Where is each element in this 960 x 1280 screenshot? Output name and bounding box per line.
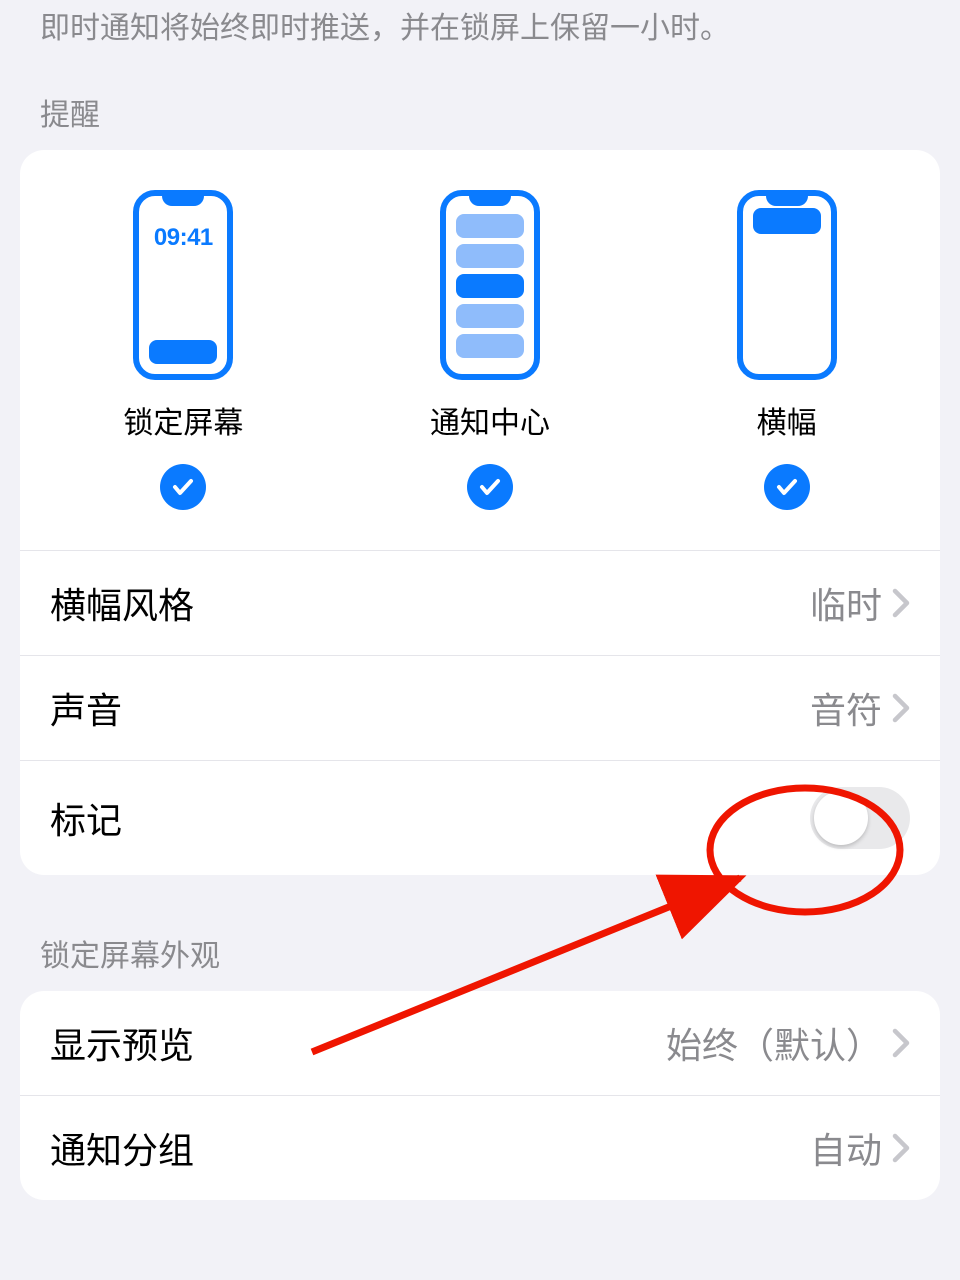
toggle-knob xyxy=(814,791,868,845)
notification-center-label: 通知中心 xyxy=(430,398,550,442)
badges-row: 标记 xyxy=(20,760,940,875)
alert-option-lock-screen[interactable]: 09:41 锁定屏幕 xyxy=(123,190,243,510)
show-previews-row[interactable]: 显示预览 始终（默认） xyxy=(20,991,940,1095)
banner-style-value: 临时 xyxy=(810,577,882,629)
lock-screen-label: 锁定屏幕 xyxy=(123,398,243,442)
lock-screen-checkmark-icon[interactable] xyxy=(160,464,206,510)
alerts-card: 09:41 锁定屏幕 通知中心 xyxy=(20,150,940,875)
banner-style-row[interactable]: 横幅风格 临时 xyxy=(20,550,940,655)
sounds-row[interactable]: 声音 音符 xyxy=(20,655,940,760)
alert-option-banners[interactable]: 横幅 xyxy=(737,190,837,510)
badges-label: 标记 xyxy=(50,792,122,844)
badges-toggle[interactable] xyxy=(810,787,910,849)
chevron-right-icon xyxy=(892,588,910,618)
banners-label: 横幅 xyxy=(757,398,817,442)
chevron-right-icon xyxy=(892,1133,910,1163)
show-previews-label: 显示预览 xyxy=(50,1017,194,1069)
notification-grouping-value: 自动 xyxy=(810,1122,882,1174)
notification-grouping-label: 通知分组 xyxy=(50,1122,194,1174)
appearance-section-header: 锁定屏幕外观 xyxy=(0,875,960,991)
alerts-section-header: 提醒 xyxy=(0,80,960,150)
notification-grouping-row[interactable]: 通知分组 自动 xyxy=(20,1095,940,1200)
lock-screen-time: 09:41 xyxy=(139,224,227,252)
sounds-value: 音符 xyxy=(810,682,882,734)
banners-checkmark-icon[interactable] xyxy=(764,464,810,510)
instant-delivery-description: 即时通知将始终即时推送，并在锁屏上保留一小时。 xyxy=(0,0,960,80)
chevron-right-icon xyxy=(892,693,910,723)
appearance-card: 显示预览 始终（默认） 通知分组 自动 xyxy=(20,991,940,1200)
lock-screen-icon: 09:41 xyxy=(133,190,233,380)
chevron-right-icon xyxy=(892,1028,910,1058)
notification-center-checkmark-icon[interactable] xyxy=(467,464,513,510)
sounds-label: 声音 xyxy=(50,682,122,734)
alert-option-notification-center[interactable]: 通知中心 xyxy=(430,190,550,510)
banner-style-label: 横幅风格 xyxy=(50,577,194,629)
show-previews-value: 始终（默认） xyxy=(666,1017,882,1069)
banners-icon xyxy=(737,190,837,380)
alert-style-row: 09:41 锁定屏幕 通知中心 xyxy=(20,150,940,550)
notification-center-icon xyxy=(440,190,540,380)
